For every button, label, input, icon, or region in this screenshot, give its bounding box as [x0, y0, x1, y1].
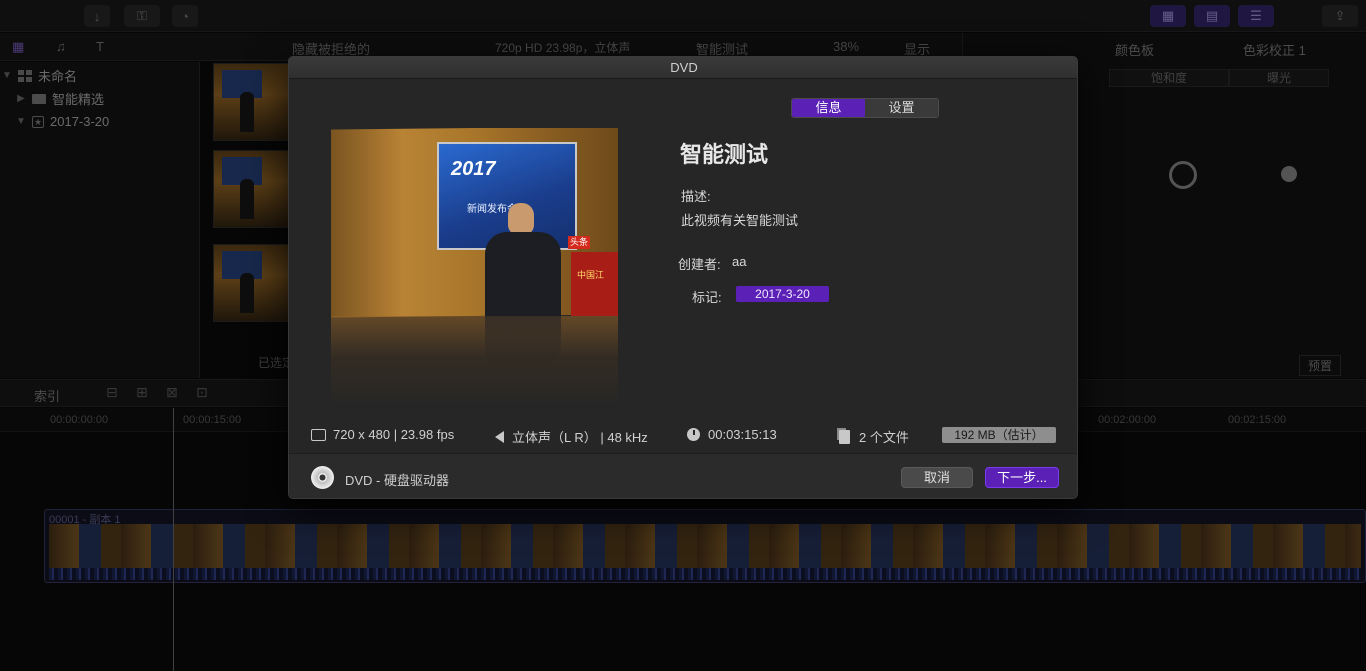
podium-text: 中国江	[577, 270, 605, 280]
creator-field[interactable]: aa	[732, 254, 746, 269]
description-field[interactable]: 此视频有关智能测试	[681, 210, 798, 229]
creator-label: 创建者:	[678, 257, 721, 272]
tag-token[interactable]: 2017-3-20	[736, 286, 829, 302]
audio-stat: 立体声（L R） | 48 kHz	[495, 427, 648, 446]
dvd-share-dialog: DVD 信息 设置 2017 新闻发布会 头条 中国江 智能测试 描述: 此视频…	[288, 56, 1078, 499]
resolution-value: 720 x 480 | 23.98 fps	[333, 427, 455, 442]
destination-label: DVD - 硬盘驱动器	[345, 473, 450, 488]
screen-year-text: 2017	[451, 158, 496, 180]
poster-frame-preview: 2017 新闻发布会 头条 中国江	[331, 128, 618, 408]
dvd-disc-icon	[311, 466, 334, 489]
cancel-button[interactable]: 取消	[901, 467, 973, 488]
disc-title[interactable]: 智能测试	[680, 137, 768, 169]
tab-info[interactable]: 信息	[792, 99, 865, 117]
document-icon	[839, 429, 850, 444]
speaker-head	[508, 203, 534, 235]
resolution-stat: 720 x 480 | 23.98 fps	[311, 427, 454, 442]
dialog-tab-control: 信息 设置	[791, 98, 939, 118]
estimated-size-badge: 192 MB（估计）	[942, 427, 1056, 443]
frame-size-icon	[311, 428, 326, 441]
poster-reflection	[331, 316, 618, 408]
tags-label: 标记:	[692, 290, 722, 305]
poster-reflection	[485, 316, 561, 366]
audio-value: 立体声（L R） | 48 kHz	[512, 430, 648, 445]
files-value: 2 个文件	[859, 430, 909, 445]
files-stat: 2 个文件	[839, 427, 909, 446]
tab-settings[interactable]: 设置	[865, 99, 938, 117]
dialog-title: DVD	[289, 57, 1077, 79]
dialog-footer: DVD - 硬盘驱动器 取消 下一步...	[289, 453, 1077, 498]
flag-sign: 头条	[568, 236, 590, 249]
podium: 中国江	[571, 252, 618, 316]
next-button[interactable]: 下一步...	[985, 467, 1059, 488]
description-label: 描述:	[681, 189, 711, 204]
duration-stat: 00:03:15:13	[687, 427, 777, 442]
duration-value: 00:03:15:13	[708, 427, 777, 442]
speaker-body	[485, 232, 561, 318]
speaker-icon	[495, 430, 504, 443]
clock-icon	[687, 428, 700, 441]
